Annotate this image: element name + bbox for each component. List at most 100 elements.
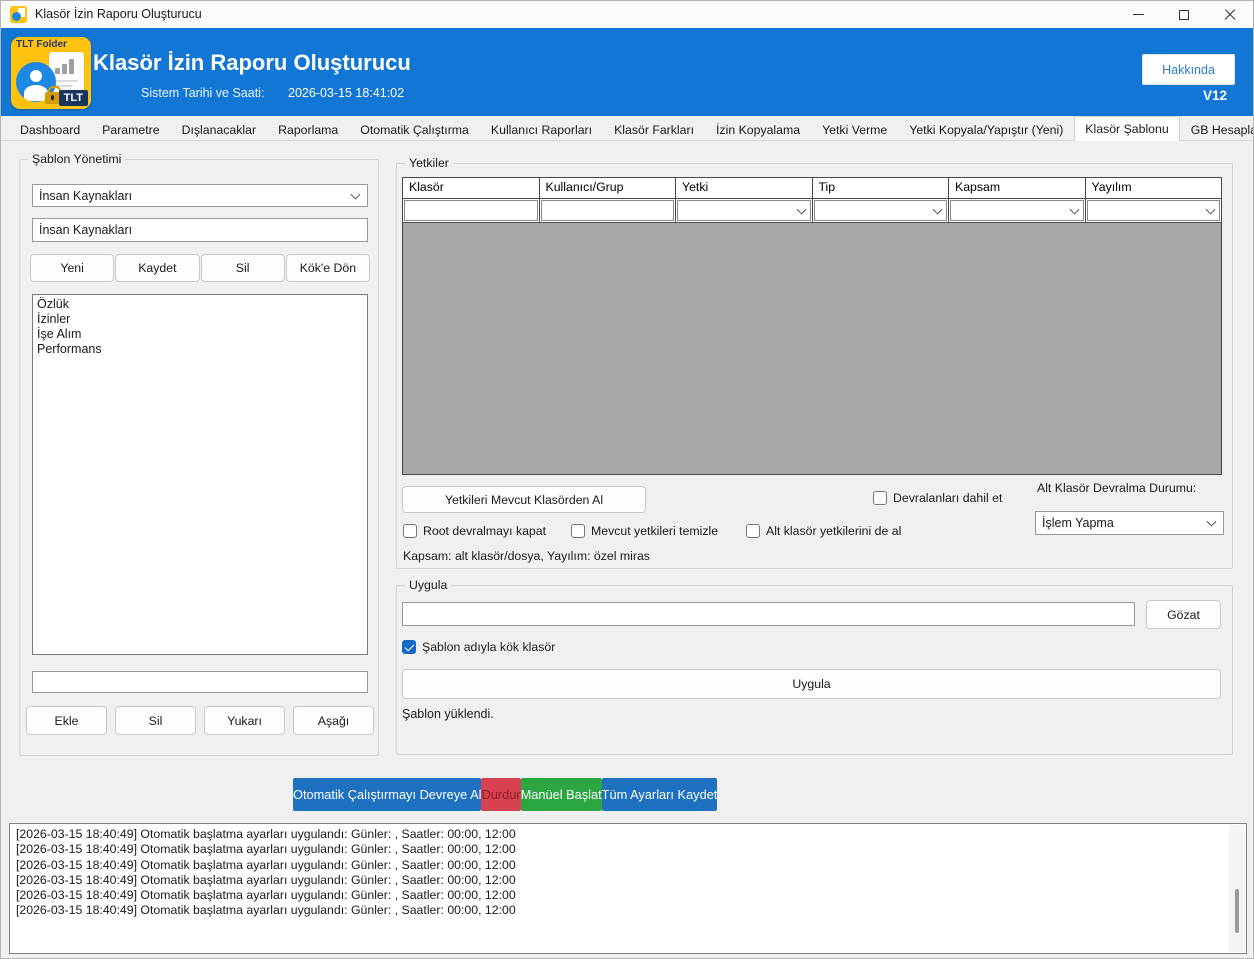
grid-column-header[interactable]: Kapsam bbox=[949, 178, 1086, 199]
save-template-button[interactable]: Kaydet bbox=[115, 254, 199, 282]
tab[interactable]: Yetki Kopyala/Yapıştır (Yeni) bbox=[898, 118, 1074, 140]
apply-button[interactable]: Uygula bbox=[402, 669, 1221, 699]
list-item[interactable]: İşe Alım bbox=[37, 327, 363, 342]
minimize-icon bbox=[1133, 14, 1144, 15]
tab[interactable]: Dashboard bbox=[9, 118, 91, 140]
cell-tip-select[interactable] bbox=[813, 199, 950, 223]
tab-label: Otomatik Çalıştırma bbox=[360, 123, 469, 137]
footer-action-button[interactable]: Durdur bbox=[481, 778, 520, 811]
checkbox-label: Şablon adıyla kök klasör bbox=[422, 640, 555, 654]
title-bar: Klasör İzin Raporu Oluşturucu bbox=[1, 1, 1253, 28]
cell-kapsam-select[interactable] bbox=[949, 199, 1086, 223]
checkbox-label: Root devralmayı kapat bbox=[423, 524, 546, 538]
tab[interactable]: GB Hesaplama bbox=[1180, 118, 1254, 140]
tab[interactable]: Kullanıcı Raporları bbox=[480, 118, 603, 140]
back-to-root-button[interactable]: Kök'e Dön bbox=[286, 254, 370, 282]
log-scrollbar-thumb[interactable] bbox=[1235, 889, 1239, 933]
target-path-input[interactable] bbox=[402, 602, 1135, 626]
minimize-button[interactable] bbox=[1115, 1, 1161, 28]
delete-template-button[interactable]: Sil bbox=[201, 254, 285, 282]
grid-column-header[interactable]: Yayılım bbox=[1086, 178, 1222, 199]
delete-item-button[interactable]: Sil bbox=[115, 706, 196, 735]
system-date-label: Sistem Tarihi ve Saati: bbox=[141, 86, 264, 100]
tab[interactable]: İzin Kopyalama bbox=[705, 118, 811, 140]
about-button[interactable]: Hakkında bbox=[1142, 54, 1235, 85]
logo-tab-text: TLT Folder bbox=[16, 39, 67, 50]
system-date-value: 2026-03-15 18:41:02 bbox=[288, 86, 404, 100]
group-title: Şablon Yönetimi bbox=[28, 152, 125, 166]
move-up-button[interactable]: Yukarı bbox=[204, 706, 285, 735]
app-icon bbox=[10, 6, 27, 23]
new-template-button[interactable]: Yeni bbox=[30, 254, 114, 282]
template-action-buttons: Yeni Kaydet Sil Kök'e Dön bbox=[30, 254, 370, 282]
template-select[interactable]: İnsan Kaynakları bbox=[32, 184, 368, 207]
footer-action-button[interactable]: Manüel Başlat bbox=[521, 778, 602, 811]
log-output[interactable]: [2026-03-15 18:40:49] Otomatik başlatma … bbox=[9, 823, 1247, 954]
tab-label: Raporlama bbox=[278, 123, 338, 137]
tab[interactable]: Raporlama bbox=[267, 118, 349, 140]
checkbox-icon[interactable] bbox=[571, 524, 585, 538]
logo-badge: TLT bbox=[59, 90, 88, 106]
grid-edit-row bbox=[403, 199, 1221, 223]
checkbox-icon[interactable] bbox=[746, 524, 760, 538]
tab-label: Dashboard bbox=[20, 123, 80, 137]
tab-label: Klasör Şablonu bbox=[1085, 122, 1168, 136]
move-down-button[interactable]: Aşağı bbox=[293, 706, 374, 735]
folder-list[interactable]: Özlük İzinler İşe Alım Performans bbox=[32, 294, 368, 655]
checkbox-icon[interactable] bbox=[873, 491, 887, 505]
list-item[interactable]: İzinler bbox=[37, 312, 363, 327]
add-item-button[interactable]: Ekle bbox=[26, 706, 107, 735]
version-label: V12 bbox=[1203, 88, 1227, 103]
log-line: [2026-03-15 18:40:49] Otomatik başlatma … bbox=[16, 827, 1240, 842]
cell-yayilim-select[interactable] bbox=[1086, 199, 1222, 223]
cell-yetki-select[interactable] bbox=[676, 199, 813, 223]
log-scrollbar[interactable] bbox=[1229, 825, 1245, 952]
include-inherited-checkbox[interactable]: Devralanları dahil et bbox=[873, 491, 1002, 505]
page-title: Klasör İzin Raporu Oluşturucu bbox=[93, 50, 411, 76]
clear-existing-permissions-checkbox[interactable]: Mevcut yetkileri temizle bbox=[571, 524, 718, 538]
tab[interactable]: Dışlanacaklar bbox=[171, 118, 268, 140]
permissions-group: Yetkiler KlasörKullanıcı/GrupYetkiTipKap… bbox=[396, 163, 1233, 569]
checkbox-label: Mevcut yetkileri temizle bbox=[591, 524, 718, 538]
cell-kullanici-input[interactable] bbox=[540, 199, 677, 223]
tab[interactable]: Klasör Farkları bbox=[603, 118, 705, 140]
new-item-input[interactable] bbox=[32, 671, 368, 693]
template-management-group: Şablon Yönetimi İnsan Kaynakları Yeni Ka… bbox=[19, 159, 379, 756]
include-subfolder-permissions-checkbox[interactable]: Alt klasör yetkilerini de al bbox=[746, 524, 901, 538]
checkbox-icon[interactable] bbox=[402, 640, 416, 654]
tab[interactable]: Otomatik Çalıştırma bbox=[349, 118, 480, 140]
tab[interactable]: Klasör Şablonu bbox=[1074, 116, 1179, 141]
cell-klasor-input[interactable] bbox=[403, 199, 540, 223]
log-line: [2026-03-15 18:40:49] Otomatik başlatma … bbox=[16, 858, 1240, 873]
tab[interactable]: Yetki Verme bbox=[811, 118, 898, 140]
template-name-input[interactable] bbox=[32, 218, 368, 242]
logo-barchart-icon bbox=[55, 58, 77, 74]
tab-label: Yetki Verme bbox=[822, 123, 887, 137]
maximize-icon bbox=[1179, 10, 1189, 20]
grid-column-header[interactable]: Tip bbox=[813, 178, 950, 199]
grid-empty-area bbox=[403, 223, 1221, 474]
checkbox-icon[interactable] bbox=[403, 524, 417, 538]
window-title: Klasör İzin Raporu Oluşturucu bbox=[35, 7, 202, 21]
list-item[interactable]: Performans bbox=[37, 342, 363, 357]
browse-button[interactable]: Gözat bbox=[1146, 600, 1221, 629]
close-button[interactable] bbox=[1207, 1, 1253, 28]
footer-action-button[interactable]: Tüm Ayarları Kaydet bbox=[602, 778, 718, 811]
footer-actions: Otomatik Çalıştırmayı Devreye Al Durdur … bbox=[293, 778, 717, 811]
tab[interactable]: Parametre bbox=[91, 118, 170, 140]
tab-label: İzin Kopyalama bbox=[716, 123, 800, 137]
grid-column-header[interactable]: Yetki bbox=[676, 178, 813, 199]
inheritance-status-select[interactable]: İşlem Yapma bbox=[1035, 511, 1224, 535]
log-line: [2026-03-15 18:40:49] Otomatik başlatma … bbox=[16, 903, 1240, 918]
close-root-inheritance-checkbox[interactable]: Root devralmayı kapat bbox=[403, 524, 546, 538]
grid-column-header[interactable]: Klasör bbox=[403, 178, 540, 199]
footer-action-button[interactable]: Otomatik Çalıştırmayı Devreye Al bbox=[293, 778, 481, 811]
maximize-button[interactable] bbox=[1161, 1, 1207, 28]
list-item[interactable]: Özlük bbox=[37, 297, 363, 312]
fetch-permissions-button[interactable]: Yetkileri Mevcut Klasörden Al bbox=[402, 486, 646, 513]
log-line: [2026-03-15 18:40:49] Otomatik başlatma … bbox=[16, 888, 1240, 903]
inheritance-status-label: Alt Klasör Devralma Durumu: bbox=[1037, 481, 1196, 495]
log-lines: [2026-03-15 18:40:49] Otomatik başlatma … bbox=[16, 827, 1240, 919]
grid-column-header[interactable]: Kullanıcı/Grup bbox=[540, 178, 677, 199]
template-name-root-checkbox[interactable]: Şablon adıyla kök klasör bbox=[402, 640, 555, 654]
